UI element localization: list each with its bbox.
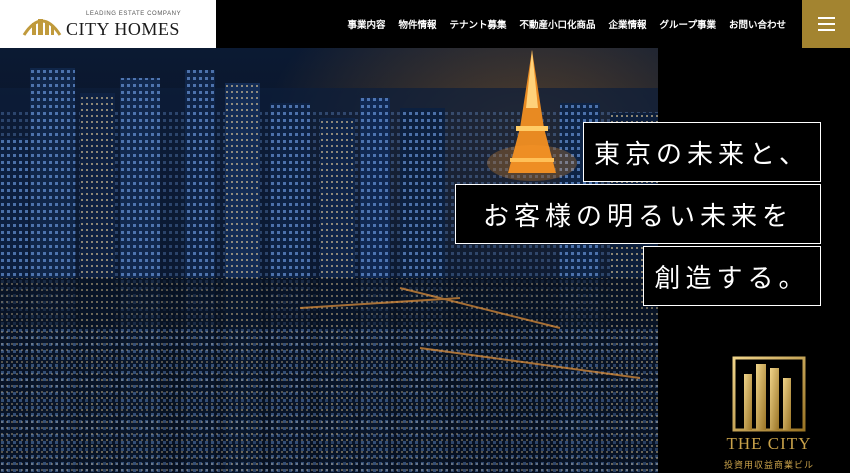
hero-copy-line-2: お客様の明るい未来を (455, 184, 821, 244)
nav-company[interactable]: 企業情報 (609, 17, 647, 31)
main-nav: 事業内容 物件情報 テナント募集 不動産小口化商品 企業情報 グループ事業 お問… (347, 0, 786, 48)
hero-copy-line-1: 東京の未来と、 (583, 122, 821, 182)
nav-business[interactable]: 事業内容 (347, 17, 385, 31)
city-night-image (0, 48, 658, 473)
hamburger-menu-icon[interactable] (802, 0, 850, 48)
nav-fractional-products[interactable]: 不動産小口化商品 (520, 17, 596, 31)
the-city-subtitle: 投資用収益商業ビル (723, 461, 814, 471)
logo-building-icon (22, 19, 62, 36)
logo[interactable]: LEADING ESTATE COMPANY CITY HOMES (0, 0, 216, 48)
hero: 東京の未来と、 お客様の明るい未来を 創造する。 THE CITY 投資用収益商… (0, 48, 850, 473)
nav-contact[interactable]: お問い合わせ (729, 17, 786, 31)
nav-group[interactable]: グループ事業 (660, 17, 716, 31)
nav-properties[interactable]: 物件情報 (398, 17, 436, 31)
the-city-building-icon (732, 356, 806, 432)
hero-copy-line-3: 創造する。 (643, 246, 821, 306)
the-city-badge[interactable]: THE CITY 投資用収益商業ビル (714, 354, 824, 473)
logo-tagline: LEADING ESTATE COMPANY (86, 11, 182, 17)
nav-tenants[interactable]: テナント募集 (450, 17, 507, 31)
the-city-name: THE CITY (726, 434, 812, 453)
site-header: LEADING ESTATE COMPANY CITY HOMES 事業内容 物… (0, 0, 850, 48)
logo-name: CITY HOMES (66, 19, 180, 39)
